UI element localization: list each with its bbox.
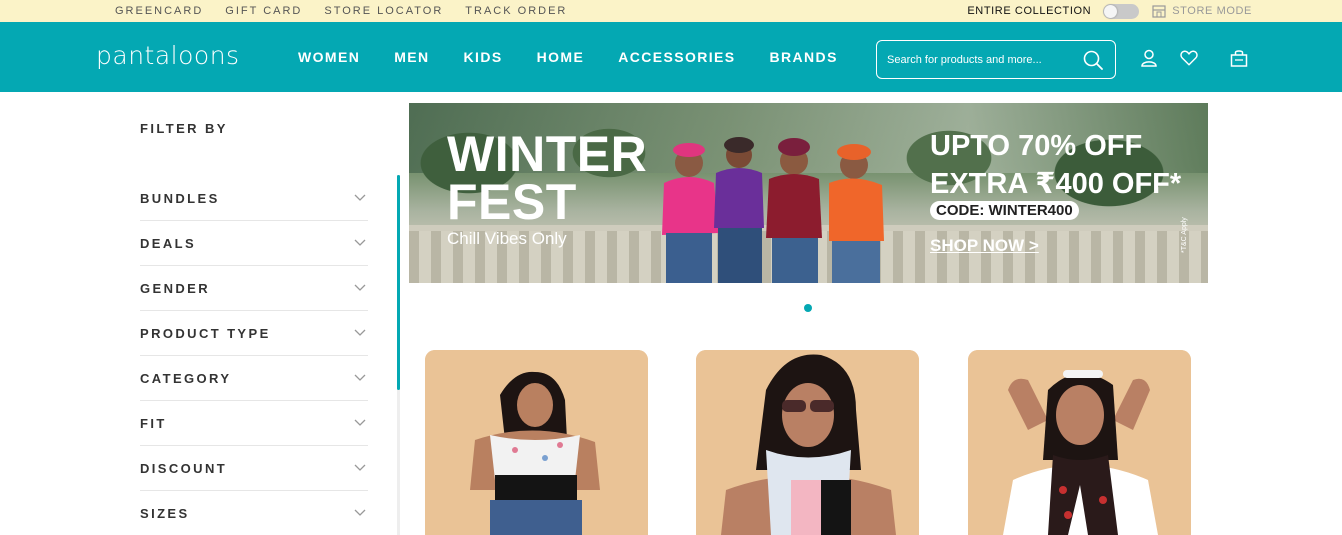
user-icon[interactable] [1140,49,1158,67]
filter-gender[interactable]: GENDER [140,266,368,311]
banner-headline-line1: WINTER [447,126,648,182]
store-mode-controls: ENTIRE COLLECTION STORE MODE [967,0,1252,22]
pantaloons-logo[interactable]: pantaloons [96,41,240,70]
filter-discount[interactable]: DISCOUNT [140,446,368,491]
filter-deals[interactable]: DEALS [140,221,368,266]
product-image [968,350,1191,535]
main-nav: WOMEN MEN KIDS HOME ACCESSORIES BRANDS [298,22,838,92]
product-image [696,350,919,535]
nav-kids[interactable]: KIDS [464,49,503,65]
nav-accessories[interactable]: ACCESSORIES [618,49,735,65]
chevron-down-icon [354,284,366,291]
store-mode-toggle[interactable] [1103,3,1140,19]
entire-collection-label: ENTIRE COLLECTION [967,5,1092,17]
banner-coupon-code: CODE: WINTER400 [930,201,1079,220]
nav-men[interactable]: MEN [394,49,429,65]
product-card[interactable] [425,350,648,535]
filter-label: PRODUCT TYPE [140,325,271,341]
banner-offer-extra: EXTRA ₹400 OFF* [930,168,1182,200]
nav-home[interactable]: HOME [537,49,585,65]
chevron-down-icon [354,329,366,336]
filter-category[interactable]: CATEGORY [140,356,368,401]
banner-tagline: Chill Vibes Only [447,229,567,248]
banner-terms: *T&C Apply [1181,217,1188,253]
filter-bundles[interactable]: BUNDLES [140,176,368,221]
chevron-down-icon [354,464,366,471]
chevron-down-icon [354,374,366,381]
product-image [425,350,648,535]
filter-label: FIT [140,415,167,431]
utility-links: GREENCARD GIFT CARD STORE LOCATOR TRACK … [115,0,567,22]
carousel-dot-active[interactable] [804,304,812,312]
nav-women[interactable]: WOMEN [298,49,360,65]
store-locator-link[interactable]: STORE LOCATOR [324,5,443,17]
search-box [876,40,1116,79]
banner-headline-line2: FEST [447,174,577,230]
filter-label: SIZES [140,505,190,521]
main-header: pantaloons WOMEN MEN KIDS HOME ACCESSORI… [0,22,1342,92]
filter-product-type[interactable]: PRODUCT TYPE [140,311,368,356]
shop-now-link[interactable]: SHOP NOW > [930,236,1039,256]
filter-label: DISCOUNT [140,460,228,476]
shopping-bag-icon[interactable] [1230,49,1248,67]
track-order-link[interactable]: TRACK ORDER [465,5,567,17]
filter-label: DEALS [140,235,197,251]
filter-scrollbar[interactable] [397,175,400,390]
filter-label: CATEGORY [140,370,232,386]
filter-label: GENDER [140,280,211,296]
gift-card-link[interactable]: GIFT CARD [225,5,302,17]
winter-fest-banner[interactable]: WINTER FEST Chill Vibes Only UPTO 70% OF… [409,103,1208,283]
chevron-down-icon [354,419,366,426]
store-icon [1152,4,1166,18]
chevron-down-icon [354,239,366,246]
chevron-down-icon [354,509,366,516]
greencard-link[interactable]: GREENCARD [115,5,203,17]
product-card[interactable] [968,350,1191,535]
banner-offer-discount: UPTO 70% OFF [930,130,1143,162]
filter-fit[interactable]: FIT [140,401,368,446]
utility-bar: GREENCARD GIFT CARD STORE LOCATOR TRACK … [0,0,1342,22]
filter-list: BUNDLES DEALS GENDER PRODUCT TYPE CATEGO… [140,176,368,535]
search-icon[interactable] [1083,50,1103,70]
product-card[interactable] [696,350,919,535]
filter-by-heading: FILTER BY [140,121,228,136]
banner-headline: WINTER FEST [447,126,648,230]
search-input[interactable] [887,49,1072,71]
wishlist-heart-icon[interactable] [1180,49,1198,67]
chevron-down-icon [354,194,366,201]
filter-label: BUNDLES [140,190,220,206]
store-mode-label: STORE MODE [1172,5,1252,17]
banner-models-image [662,137,884,283]
nav-brands[interactable]: BRANDS [770,49,838,65]
filter-sizes[interactable]: SIZES [140,491,368,535]
